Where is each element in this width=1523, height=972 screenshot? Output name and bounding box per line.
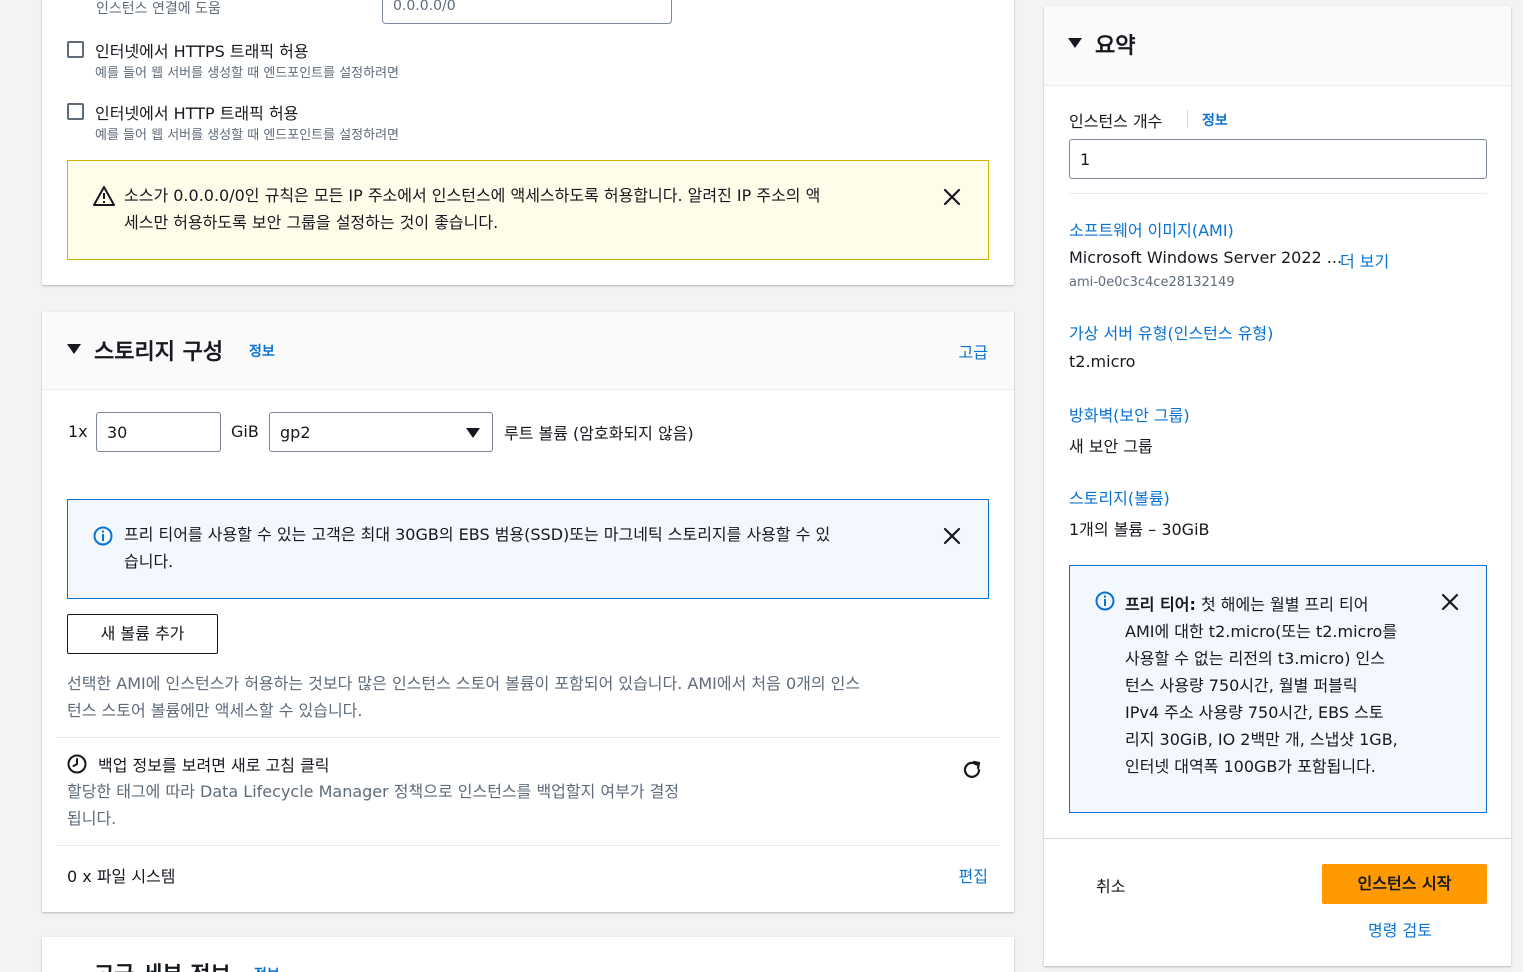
root-volume-label: 루트 볼륨 (암호화되지 않음) <box>504 424 694 443</box>
divider <box>1069 193 1487 194</box>
info-text-line1: 프리 티어를 사용할 수 있는 고객은 최대 30GB의 EBS 범용(SSD)… <box>124 525 831 544</box>
free-tier-storage-alert: 프리 티어를 사용할 수 있는 고객은 최대 30GB의 EBS 범용(SSD)… <box>67 499 989 599</box>
ami-link[interactable]: 소프트웨어 이미지(AMI) <box>1069 217 1234 241</box>
free-tier-summary-alert: 프리 티어: 첫 해에는 월별 프리 티어 AMI에 대한 t2.micro(또… <box>1069 565 1487 813</box>
storage-header: 스토리지 구성 정보 고급 <box>42 312 1014 390</box>
storage-value: 1개의 볼륨 – 30GiB <box>1069 520 1210 539</box>
warning-icon <box>93 186 115 206</box>
firewall-value: 새 보안 그룹 <box>1069 437 1153 456</box>
https-description: 예를 들어 웹 서버를 생성할 때 엔드포인트를 설정하려면 <box>95 66 400 81</box>
close-icon[interactable] <box>942 187 962 207</box>
http-checkbox[interactable] <box>67 103 84 120</box>
divider <box>1044 838 1511 839</box>
instance-count-input[interactable]: 1 <box>1069 139 1487 179</box>
ami-note-line1: 선택한 AMI에 인스턴스가 허용하는 것보다 많은 인스턴스 스토어 볼륨이 … <box>67 674 861 693</box>
open-ip-warning-alert: 소스가 0.0.0.0/0인 규칙은 모든 IP 주소에서 인스턴스에 액세스하… <box>67 160 989 260</box>
divider <box>56 737 1000 738</box>
divider <box>56 845 1000 846</box>
divider <box>1187 110 1188 128</box>
storage-link[interactable]: 스토리지(볼륨) <box>1069 485 1170 509</box>
summary-header: 요약 <box>1044 6 1511 86</box>
volume-type-select[interactable]: gp2 <box>269 412 493 452</box>
advanced-info-link[interactable]: 정보 <box>254 964 280 972</box>
network-settings-panel: 인스턴스 연결에 도움 0.0.0.0/0 인터넷에서 HTTPS 트래픽 허용… <box>42 0 1014 285</box>
chevron-down-icon <box>466 428 480 438</box>
http-label[interactable]: 인터넷에서 HTTP 트래픽 허용 <box>95 100 298 124</box>
info-icon <box>93 526 113 546</box>
volume-size-input[interactable]: 30 <box>96 412 221 452</box>
storage-info-link[interactable]: 정보 <box>249 341 275 361</box>
storage-title: 스토리지 구성 <box>94 340 224 365</box>
info-text-line2: 습니다. <box>124 552 174 571</box>
free-tier-line1: 첫 해에는 월별 프리 티어 <box>1195 595 1369 614</box>
collapse-caret-icon[interactable] <box>1068 38 1082 48</box>
http-description: 예를 들어 웹 서버를 생성할 때 엔드포인트를 설정하려면 <box>95 128 400 143</box>
ami-more-link[interactable]: 더 보기 <box>1340 248 1389 272</box>
https-checkbox[interactable] <box>67 41 84 58</box>
info-icon <box>1095 591 1115 611</box>
refresh-icon[interactable] <box>961 759 983 781</box>
volume-multiplier: 1x <box>68 422 88 441</box>
filesystems-label: 0 x 파일 시스템 <box>67 867 176 886</box>
free-tier-line2: AMI에 대한 t2.micro(또는 t2.micro를 <box>1125 622 1398 641</box>
volume-unit: GiB <box>231 422 259 441</box>
free-tier-bold: 프리 티어: <box>1125 595 1196 614</box>
storage-config-panel: 스토리지 구성 정보 고급 1x 30 GiB gp2 루트 볼륨 (암호화되지… <box>42 312 1014 912</box>
instance-count-info-link[interactable]: 정보 <box>1202 110 1228 130</box>
ami-name: Microsoft Windows Server 2022 ... <box>1069 248 1343 267</box>
free-tier-line7: 인터넷 대역폭 100GB가 포함됩니다. <box>1125 757 1376 776</box>
ssh-description: 인스턴스 연결에 도움 <box>96 1 221 17</box>
https-label[interactable]: 인터넷에서 HTTPS 트래픽 허용 <box>95 38 309 62</box>
warning-text-line1: 소스가 0.0.0.0/0인 규칙은 모든 IP 주소에서 인스턴스에 액세스하… <box>124 186 821 205</box>
close-icon[interactable] <box>942 526 962 546</box>
volume-type-value: gp2 <box>280 423 311 442</box>
free-tier-line3: 사용할 수 없는 리전의 t3.micro) 인스 <box>1125 649 1385 668</box>
firewall-link[interactable]: 방화벽(보안 그룹) <box>1069 402 1190 426</box>
free-tier-line5: IPv4 주소 사용량 750시간, EBS 스토 <box>1125 703 1384 722</box>
close-icon[interactable] <box>1440 592 1460 612</box>
instance-count-label: 인스턴스 개수 <box>1069 112 1163 131</box>
launch-instance-button[interactable]: 인스턴스 시작 <box>1322 864 1487 904</box>
source-ip-input[interactable]: 0.0.0.0/0 <box>382 0 672 24</box>
edit-filesystems-link[interactable]: 편집 <box>959 863 988 887</box>
warning-text-line2: 세스만 허용하도록 보안 그룹을 설정하는 것이 좋습니다. <box>124 213 499 232</box>
ami-note-line2: 턴스 스토어 볼륨에만 액세스할 수 있습니다. <box>67 701 363 720</box>
advanced-link[interactable]: 고급 <box>959 339 988 363</box>
add-volume-button[interactable]: 새 볼륨 추가 <box>67 614 218 654</box>
collapse-caret-icon[interactable] <box>67 344 81 354</box>
instance-type-value: t2.micro <box>1069 352 1136 371</box>
advanced-title[interactable]: 고급 세부 정보 <box>94 957 231 972</box>
free-tier-line6: 리지 30GiB, IO 2백만 개, 스냅샷 1GB, <box>1125 730 1398 749</box>
clock-icon <box>67 754 87 774</box>
ami-id: ami-0e0c3c4ce28132149 <box>1069 275 1235 290</box>
free-tier-line4: 턴스 사용량 750시간, 월별 퍼블릭 <box>1125 676 1358 695</box>
backup-desc-line2: 됩니다. <box>67 809 117 828</box>
backup-title: 백업 정보를 보려면 새로 고침 클릭 <box>98 756 330 775</box>
cancel-button[interactable]: 취소 <box>1096 873 1125 897</box>
instance-type-link[interactable]: 가상 서버 유형(인스턴스 유형) <box>1069 320 1273 344</box>
review-commands-link[interactable]: 명령 검토 <box>1368 917 1432 941</box>
advanced-details-panel: 고급 세부 정보 정보 <box>42 937 1014 972</box>
backup-desc-line1: 할당한 태그에 따라 Data Lifecycle Manager 정책으로 인… <box>67 782 680 801</box>
summary-panel: 요약 인스턴스 개수 정보 1 소프트웨어 이미지(AMI) Microsoft… <box>1044 6 1511 966</box>
summary-title: 요약 <box>1095 34 1136 59</box>
